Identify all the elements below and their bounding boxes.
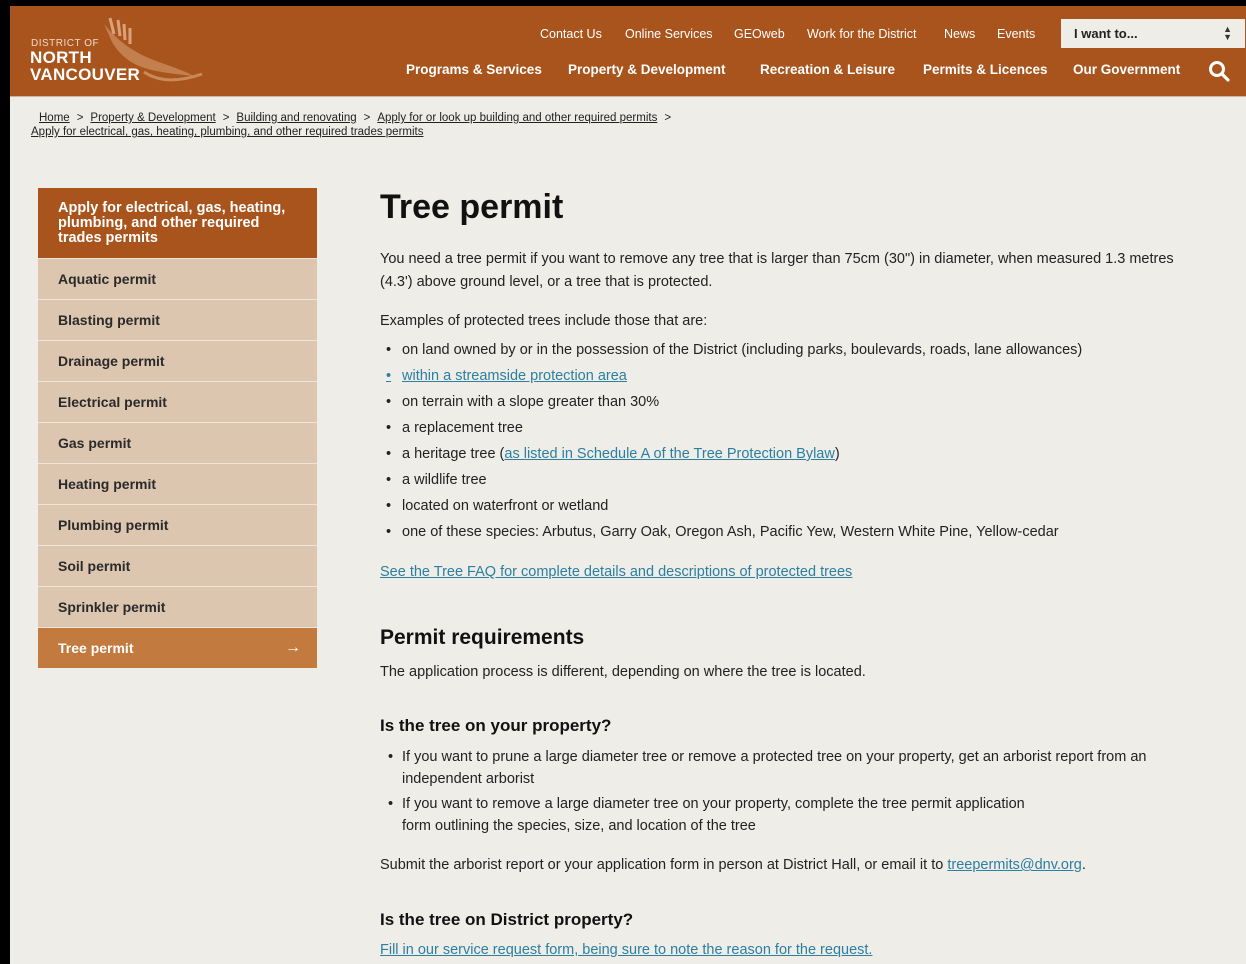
util-link-geoweb[interactable]: GEOweb — [734, 27, 785, 41]
section-sidebar: Apply for electrical, gas, heating, plum… — [38, 188, 317, 668]
sidebar-item-gas[interactable]: Gas permit — [38, 422, 317, 463]
list-item: • If you want to prune a large diameter t… — [388, 746, 1208, 790]
requirements-text: The application process is different, de… — [380, 664, 866, 680]
treepermits-email-link[interactable]: treepermits@dnv.org — [947, 857, 1082, 873]
breadcrumb-separator: > — [363, 112, 371, 124]
nav-programs-services[interactable]: Programs & Services — [406, 62, 542, 77]
list-item-text: a heritage tree ( — [402, 446, 505, 462]
streamside-link[interactable]: within a streamside protection area — [402, 368, 627, 384]
list-item-text: If you want to remove a large diameter t… — [402, 796, 1025, 812]
header-divider — [10, 96, 1246, 97]
i-want-to-label: I want to... — [1074, 26, 1138, 41]
util-link-work[interactable]: Work for the District — [807, 27, 917, 41]
examples-intro: Examples of protected trees include thos… — [380, 313, 708, 329]
breadcrumb-separator: > — [664, 112, 672, 124]
submit-text-end: . — [1081, 857, 1086, 873]
list-item: • on terrain with a slope greater than 30… — [386, 394, 660, 410]
search-icon[interactable] — [1208, 60, 1230, 82]
sidebar-item-plumbing[interactable]: Plumbing permit — [38, 504, 317, 545]
i-want-to-select[interactable]: I want to... ▲ ▼ — [1061, 19, 1245, 48]
faq-paragraph: See the Tree FAQ for complete details an… — [380, 561, 1210, 584]
logo-line1: NORTH — [30, 48, 92, 67]
sidebar-item-drainage[interactable]: Drainage permit — [38, 340, 317, 381]
arrow-right-icon: → — [285, 639, 301, 656]
nav-permits-licences[interactable]: Permits & Licences — [923, 62, 1048, 77]
sidebar-item-aquatic[interactable]: Aquatic permit — [38, 258, 317, 299]
util-link-news[interactable]: News — [944, 27, 975, 41]
breadcrumb-current[interactable]: Apply for electrical, gas, heating, plum… — [31, 126, 424, 138]
breadcrumb-separator: > — [76, 112, 84, 124]
list-item-text: ) — [834, 446, 840, 462]
service-request-link[interactable]: Fill in our service request form, being … — [380, 942, 872, 958]
list-item: • a wildlife tree — [386, 472, 487, 488]
list-item: • located on waterfront or wetland — [386, 498, 609, 514]
list-item: • a replacement tree — [386, 420, 523, 436]
sidebar-item-heating[interactable]: Heating permit — [38, 463, 317, 504]
sidebar-item-sprinkler[interactable]: Sprinkler permit — [38, 586, 317, 627]
breadcrumb-permits[interactable]: Apply for or look up building and other … — [377, 112, 657, 124]
list-item: • If you want to remove a large diameter … — [388, 793, 1208, 837]
submit-text: Submit the arborist report or your appli… — [380, 857, 948, 873]
sidebar-item-soil[interactable]: Soil permit — [38, 545, 317, 586]
breadcrumb: Home > Property & Development > Building and… — [31, 111, 678, 139]
site-header: DISTRICT OF NORTH VANCOUVER Contact Us O… — [10, 6, 1246, 96]
breadcrumb-building[interactable]: Building and renovating — [236, 112, 356, 124]
util-link-online-services[interactable]: Online Services — [625, 27, 713, 41]
nav-our-government[interactable]: Our Government — [1073, 62, 1180, 77]
page-title: Tree permit — [380, 188, 564, 226]
logo-line2: VANCOUVER — [30, 65, 141, 84]
list-item-text: located on waterfront or wetland — [402, 498, 609, 514]
district-property-heading: Is the tree on District property? — [380, 910, 634, 929]
list-item-text: one of these species: Arbutus, Garry Oak… — [402, 524, 1059, 540]
breadcrumb-property[interactable]: Property & Development — [90, 112, 215, 124]
list-item-text: form outlining the species, size, and lo… — [402, 818, 756, 834]
list-item: • on land owned by or in the possession o… — [386, 342, 1083, 358]
list-item-text: If you want to prune a large diameter tr… — [402, 749, 1147, 787]
permit-requirements-heading: Permit requirements — [380, 626, 585, 649]
nav-recreation-leisure[interactable]: Recreation & Leisure — [760, 62, 895, 77]
sidebar-item-label: Tree permit — [58, 640, 134, 656]
own-property-heading: Is the tree on your property? — [380, 716, 612, 735]
page: DISTRICT OF NORTH VANCOUVER Contact Us O… — [10, 6, 1246, 964]
tree-faq-link[interactable]: See the Tree FAQ for complete details an… — [380, 564, 852, 580]
util-link-contact[interactable]: Contact Us — [540, 27, 602, 41]
list-item-text: on land owned by or in the possession of… — [402, 342, 1083, 358]
breadcrumb-separator: > — [222, 112, 230, 124]
list-item-text: a replacement tree — [402, 420, 523, 436]
list-item: • a heritage tree (as listed in Schedule … — [386, 446, 840, 462]
list-item-text: a wildlife tree — [402, 472, 487, 488]
submit-paragraph: Submit the arborist report or your appli… — [380, 854, 1210, 877]
breadcrumb-home[interactable]: Home — [39, 112, 70, 124]
util-link-events[interactable]: Events — [997, 27, 1035, 41]
sidebar-heading[interactable]: Apply for electrical, gas, heating, plum… — [38, 188, 317, 258]
district-logo[interactable]: DISTRICT OF NORTH VANCOUVER — [28, 16, 218, 86]
sidebar-item-electrical[interactable]: Electrical permit — [38, 381, 317, 422]
list-item: • one of these species: Arbutus, Garry Oa… — [386, 524, 1059, 540]
intro-paragraph: You need a tree permit if you want to re… — [380, 251, 1174, 290]
list-item: • within a streamside protection area — [386, 368, 627, 384]
nav-property-development[interactable]: Property & Development — [568, 62, 726, 77]
tree-bylaw-link[interactable]: as listed in Schedule A of the Tree Prot… — [504, 446, 834, 462]
district-paragraph: Fill in our service request form, being … — [380, 939, 1210, 962]
sidebar-item-tree[interactable]: Tree permit → — [38, 627, 317, 668]
sort-arrows-icon: ▲ ▼ — [1223, 24, 1232, 42]
list-item-text: on terrain with a slope greater than 30% — [402, 394, 660, 410]
sidebar-item-blasting[interactable]: Blasting permit — [38, 299, 317, 340]
